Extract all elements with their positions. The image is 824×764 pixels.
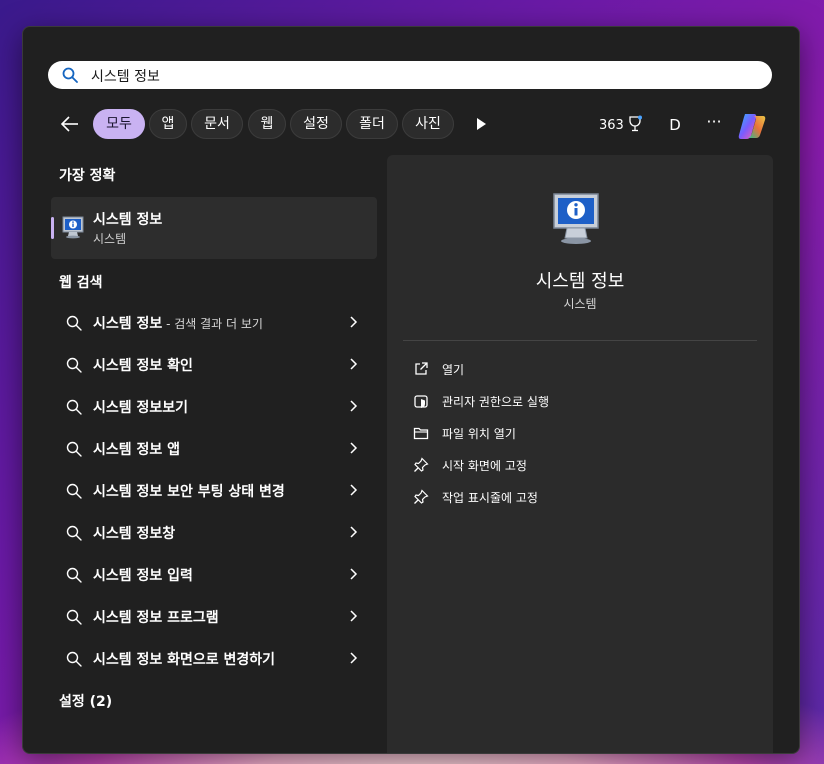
action-label: 시작 화면에 고정 — [442, 459, 527, 473]
action-open-file-location[interactable]: 파일 위치 열기 — [413, 422, 743, 444]
chevron-right-icon — [350, 610, 358, 622]
action-label: 파일 위치 열기 — [442, 427, 516, 441]
best-match-title: 시스템 정보 — [93, 212, 163, 228]
search-window: 시스템 정보 모두 앱 문서 웹 설정 폴더 사진 363 D ··· 가장 정… — [22, 26, 800, 754]
search-icon — [66, 651, 82, 667]
chevron-right-icon — [350, 316, 358, 328]
action-label: 작업 표시줄에 고정 — [442, 491, 538, 505]
search-icon — [66, 357, 82, 373]
filter-chip-web[interactable]: 웹 — [248, 109, 286, 139]
action-label: 관리자 권한으로 실행 — [442, 395, 549, 409]
web-search-item[interactable]: 시스템 정보보기 — [51, 386, 377, 426]
web-search-item[interactable]: 시스템 정보 화면으로 변경하기 — [51, 638, 377, 678]
web-search-item[interactable]: 시스템 정보 확인 — [51, 344, 377, 384]
system-information-icon — [553, 193, 599, 244]
search-icon — [66, 441, 82, 457]
best-match-heading: 가장 정확 — [59, 168, 116, 184]
chevron-right-icon — [350, 358, 358, 370]
web-search-item-label: 시스템 정보 — [93, 316, 163, 332]
folder-icon — [413, 427, 429, 440]
trophy-icon[interactable] — [627, 115, 643, 133]
action-label: 열기 — [442, 363, 465, 377]
divider — [403, 340, 757, 341]
search-icon — [66, 399, 82, 415]
account-avatar[interactable]: D — [665, 115, 685, 135]
action-open[interactable]: 열기 — [413, 358, 743, 380]
rewards-points[interactable]: 363 — [599, 118, 624, 133]
settings-heading[interactable]: 설정 (2) — [59, 691, 112, 711]
best-match-subtitle: 시스템 — [93, 232, 127, 246]
web-search-item[interactable]: 시스템 정보 프로그램 — [51, 596, 377, 636]
web-search-item[interactable]: 시스템 정보 입력 — [51, 554, 377, 594]
search-input[interactable]: 시스템 정보 — [91, 66, 160, 86]
filter-chip-folders[interactable]: 폴더 — [346, 109, 398, 139]
web-search-item[interactable]: 시스템 정보창 — [51, 512, 377, 552]
open-external-icon — [415, 362, 428, 375]
chevron-right-icon — [350, 484, 358, 496]
selection-indicator — [51, 217, 54, 239]
web-search-item-label: 시스템 정보 입력 — [93, 568, 193, 584]
search-icon — [66, 525, 82, 541]
chevron-right-icon — [350, 526, 358, 538]
filter-chip-settings[interactable]: 설정 — [290, 109, 342, 139]
search-icon — [62, 67, 78, 83]
search-icon — [66, 315, 82, 331]
copilot-icon[interactable] — [736, 111, 768, 141]
web-search-heading: 웹 검색 — [59, 275, 103, 291]
search-icon — [66, 567, 82, 583]
web-search-item-label: 시스템 정보 화면으로 변경하기 — [93, 652, 276, 668]
web-search-item[interactable]: 시스템 정보 보안 부팅 상태 변경 — [51, 470, 377, 510]
action-pin-to-start[interactable]: 시작 화면에 고정 — [413, 454, 743, 476]
web-search-item-label: 시스템 정보보기 — [93, 400, 189, 416]
action-pin-to-taskbar[interactable]: 작업 표시줄에 고정 — [413, 486, 743, 508]
web-search-item[interactable]: 시스템 정보 - 검색 결과 더 보기 — [51, 302, 377, 342]
filter-chip-apps[interactable]: 앱 — [149, 109, 187, 139]
search-box[interactable]: 시스템 정보 — [48, 61, 772, 89]
chevron-right-icon — [350, 568, 358, 580]
filter-chip-documents[interactable]: 문서 — [191, 109, 243, 139]
detail-title: 시스템 정보 — [535, 271, 625, 292]
pin-icon — [414, 489, 429, 504]
search-icon — [66, 483, 82, 499]
detail-panel: 시스템 정보 시스템 열기 관리자 권한으로 실행 파일 위치 열기 시작 화면… — [387, 155, 773, 753]
web-search-item-label: 시스템 정보창 — [93, 526, 176, 542]
filter-chip-all[interactable]: 모두 — [93, 109, 145, 139]
chevron-right-icon — [350, 400, 358, 412]
play-more-filters-icon[interactable] — [474, 117, 488, 131]
web-search-item-label: 시스템 정보 확인 — [93, 358, 193, 374]
shield-admin-icon — [414, 395, 428, 408]
pin-icon — [414, 457, 429, 472]
best-match-item[interactable]: 시스템 정보 시스템 — [51, 197, 377, 259]
chevron-right-icon — [350, 652, 358, 664]
filter-chip-photos[interactable]: 사진 — [402, 109, 454, 139]
web-search-item-label: 시스템 정보 앱 — [93, 442, 181, 458]
action-run-as-admin[interactable]: 관리자 권한으로 실행 — [413, 390, 743, 412]
back-arrow-icon[interactable] — [59, 113, 81, 135]
web-search-item-label: 시스템 정보 보안 부팅 상태 변경 — [93, 484, 285, 500]
web-search-item-label: 시스템 정보 프로그램 — [93, 610, 219, 626]
detail-subtitle: 시스템 — [563, 297, 597, 311]
chevron-right-icon — [350, 442, 358, 454]
more-options-icon[interactable]: ··· — [704, 112, 724, 132]
system-information-icon — [62, 216, 84, 239]
search-icon — [66, 609, 82, 625]
web-search-item-suffix: - 검색 결과 더 보기 — [162, 317, 263, 331]
web-search-item[interactable]: 시스템 정보 앱 — [51, 428, 377, 468]
